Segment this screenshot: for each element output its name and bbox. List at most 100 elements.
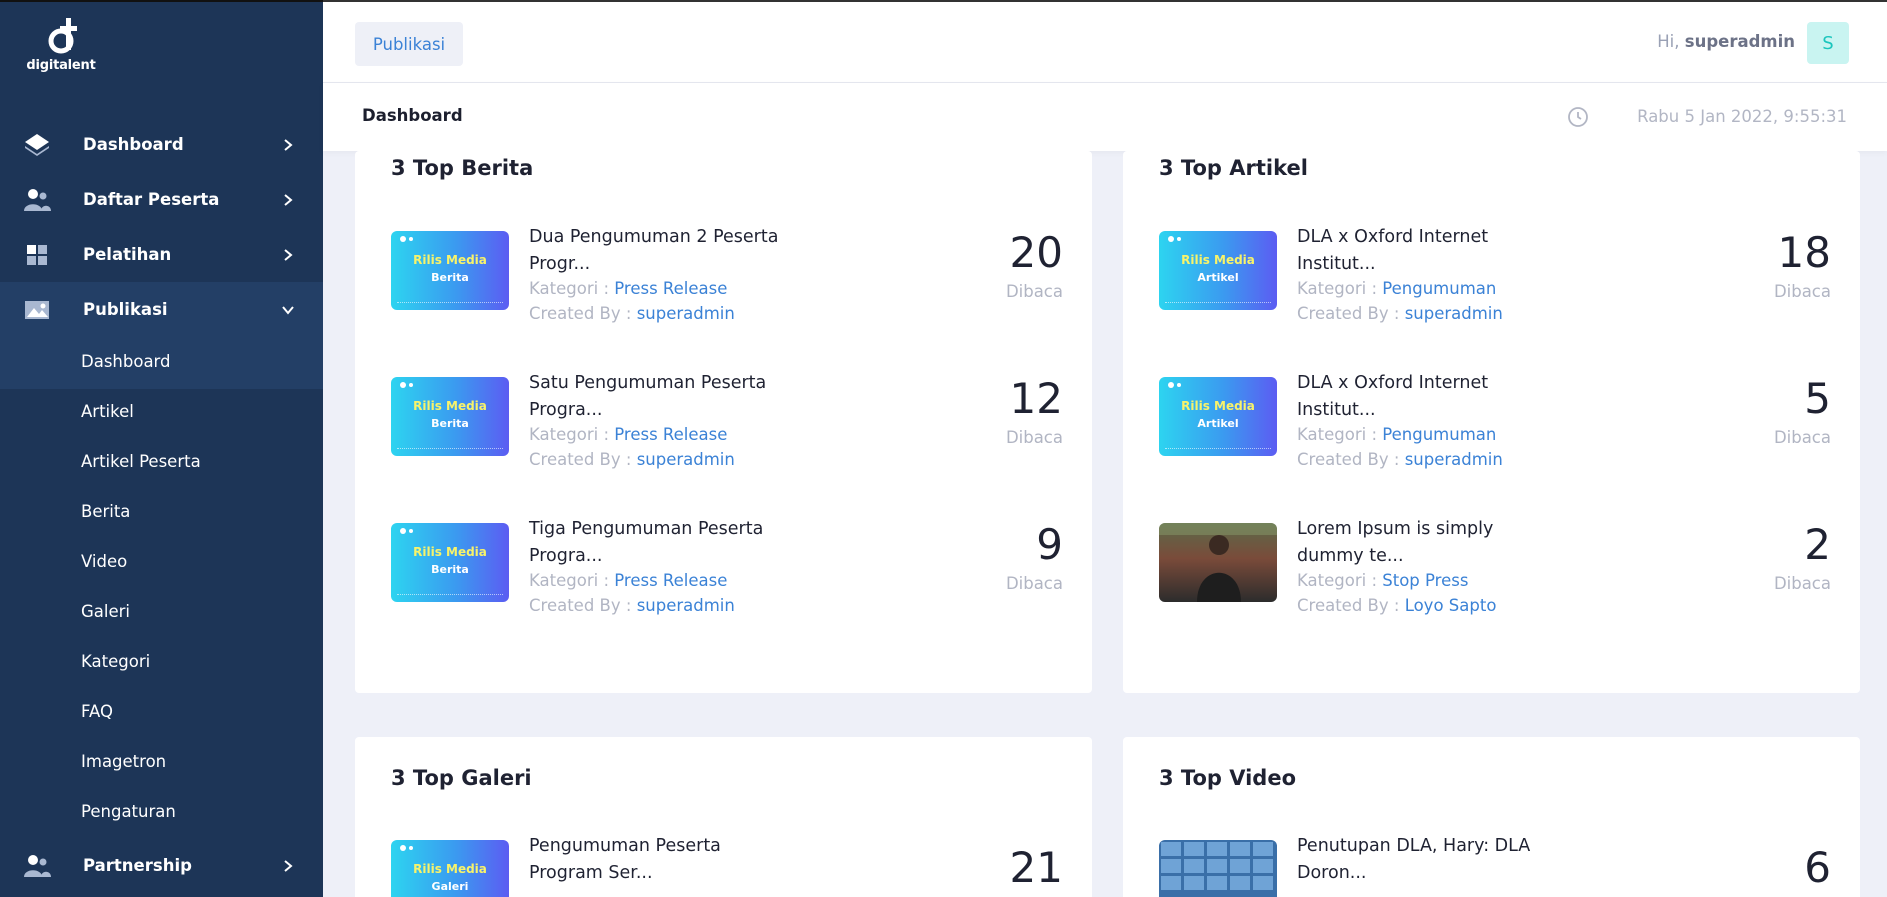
read-count: 20 [1009, 228, 1063, 277]
category-link[interactable]: Press Release [614, 571, 727, 590]
category-label: Kategori : [1297, 571, 1378, 590]
thumbnail-subcaption: Berita [431, 271, 469, 284]
read-count-unit: Dibaca [1773, 282, 1831, 301]
read-count-unit: Dibaca [1773, 428, 1831, 447]
category-link[interactable]: Stop Press [1382, 571, 1468, 590]
item-category: Kategori : Press Release [529, 571, 727, 590]
card-top-galeri: 3 Top Galeri Rilis Media Galeri Pengumum… [355, 737, 1092, 897]
item-title[interactable]: Penutupan DLA, Hary: DLA Doron... [1297, 833, 1557, 887]
read-count: 18 [1777, 228, 1831, 277]
user-greeting[interactable]: Hi, superadmin [1657, 32, 1795, 51]
sub-item-galeri[interactable]: Galeri [81, 602, 130, 621]
sidebar-item-label: Pelatihan [83, 245, 172, 264]
item-title[interactable]: Tiga Pengumuman Peserta Progra... [529, 516, 789, 570]
sub-item-faq[interactable]: FAQ [81, 702, 113, 721]
thumbnail-image[interactable] [1159, 840, 1277, 897]
list-item[interactable]: Lorem Ipsum is simply dummy te... Katego… [1159, 516, 1831, 616]
category-label: Kategori : [529, 279, 610, 298]
video-grid-photo-icon [1161, 842, 1273, 890]
list-item[interactable]: Penutupan DLA, Hary: DLA Doron... 6 [1159, 833, 1831, 897]
chevron-right-icon [284, 193, 293, 206]
read-count: 21 [1009, 843, 1063, 892]
list-item[interactable]: Rilis Media Artikel DLA x Oxford Interne… [1159, 224, 1831, 324]
sidebar-item-publikasi[interactable]: Publikasi [0, 282, 323, 337]
thumbnail-caption: Rilis Media [413, 253, 487, 267]
sidebar-item-dashboard[interactable]: Dashboard [0, 117, 323, 172]
layers-icon [25, 133, 49, 156]
card-title: 3 Top Berita [391, 156, 534, 180]
sub-item-artikel[interactable]: Artikel [81, 402, 134, 421]
read-count-unit: Dibaca [1005, 282, 1063, 301]
logo-mini-icon [400, 236, 413, 242]
digitalent-logo-icon [48, 18, 77, 54]
sidebar-item-daftar-peserta[interactable]: Daftar Peserta [0, 172, 323, 227]
sub-item-dashboard[interactable]: Dashboard [81, 352, 171, 371]
read-count: 12 [1009, 374, 1063, 423]
sidebar-item-label: Partnership [83, 856, 192, 875]
sub-item-pengaturan[interactable]: Pengaturan [81, 802, 176, 821]
sub-item-video[interactable]: Video [81, 552, 127, 571]
item-category: Kategori : Press Release [529, 425, 727, 444]
item-title[interactable]: Pengumuman Peserta Program Ser... [529, 833, 789, 887]
author-label: Created By : [529, 596, 632, 615]
logo-mini-icon [400, 382, 413, 388]
sub-item-berita[interactable]: Berita [81, 502, 130, 521]
thumbnail-image[interactable]: Rilis Media Artikel [1159, 377, 1277, 456]
category-link[interactable]: Pengumuman [1382, 425, 1496, 444]
item-author: Created By : superadmin [1297, 450, 1503, 469]
item-title[interactable]: DLA x Oxford Internet Institut... [1297, 370, 1557, 424]
thumbnail-footer-line [397, 594, 503, 596]
users-icon [24, 854, 51, 877]
card-title: 3 Top Artikel [1159, 156, 1308, 180]
card-top-berita: 3 Top Berita Rilis Media Berita Dua Peng… [355, 151, 1092, 693]
read-count: 9 [1036, 520, 1063, 569]
avatar[interactable]: S [1807, 22, 1849, 64]
category-link[interactable]: Press Release [614, 279, 727, 298]
thumbnail-caption: Rilis Media [413, 862, 487, 876]
category-label: Kategori : [529, 571, 610, 590]
thumbnail-subcaption: Berita [431, 417, 469, 430]
users-icon [24, 188, 51, 211]
author-link[interactable]: superadmin [637, 450, 735, 469]
sidebar: digitalent Dashboard Daftar Peserta Pela… [0, 0, 323, 897]
item-author: Created By : superadmin [529, 450, 735, 469]
author-link[interactable]: superadmin [1405, 450, 1503, 469]
sub-item-imagetron[interactable]: Imagetron [81, 752, 166, 771]
list-item[interactable]: Rilis Media Berita Dua Pengumuman 2 Pese… [391, 224, 1063, 324]
category-label: Kategori : [1297, 425, 1378, 444]
item-title[interactable]: Satu Pengumuman Peserta Progra... [529, 370, 789, 424]
brand-logo[interactable]: digitalent [26, 14, 96, 76]
category-link[interactable]: Press Release [614, 425, 727, 444]
sidebar-item-label: Publikasi [83, 300, 168, 319]
thumbnail-image[interactable]: Rilis Media Berita [391, 377, 509, 456]
list-item[interactable]: Rilis Media Artikel DLA x Oxford Interne… [1159, 370, 1831, 470]
read-count-unit: Dibaca [1005, 574, 1063, 593]
sub-item-kategori[interactable]: Kategori [81, 652, 150, 671]
read-count-unit: Dibaca [1005, 428, 1063, 447]
item-category: Kategori : Pengumuman [1297, 279, 1496, 298]
thumbnail-image[interactable]: Rilis Media Artikel [1159, 231, 1277, 310]
sidebar-item-partnership[interactable]: Partnership [0, 838, 323, 893]
list-item[interactable]: Rilis Media Berita Satu Pengumuman Peser… [391, 370, 1063, 470]
thumbnail-caption: Rilis Media [1181, 399, 1255, 413]
item-author: Created By : superadmin [529, 304, 735, 323]
item-title[interactable]: Lorem Ipsum is simply dummy te... [1297, 516, 1557, 570]
greeting-prefix: Hi, [1657, 32, 1680, 51]
author-link[interactable]: superadmin [637, 304, 735, 323]
thumbnail-image[interactable]: Rilis Media Berita [391, 523, 509, 602]
category-link[interactable]: Pengumuman [1382, 279, 1496, 298]
item-title[interactable]: Dua Pengumuman 2 Peserta Progr... [529, 224, 789, 278]
list-item[interactable]: Rilis Media Berita Tiga Pengumuman Peser… [391, 516, 1063, 616]
thumbnail-image[interactable] [1159, 523, 1277, 602]
author-link[interactable]: Loyo Sapto [1405, 596, 1497, 615]
breadcrumb-publikasi-button[interactable]: Publikasi [355, 22, 463, 66]
thumbnail-image[interactable]: Rilis Media Galeri [391, 840, 509, 897]
sidebar-item-pelatihan[interactable]: Pelatihan [0, 227, 323, 282]
item-title[interactable]: DLA x Oxford Internet Institut... [1297, 224, 1557, 278]
top-bar: Publikasi Hi, superadmin S [323, 0, 1887, 83]
list-item[interactable]: Rilis Media Galeri Pengumuman Peserta Pr… [391, 833, 1063, 897]
author-link[interactable]: superadmin [637, 596, 735, 615]
thumbnail-image[interactable]: Rilis Media Berita [391, 231, 509, 310]
sub-item-artikel-peserta[interactable]: Artikel Peserta [81, 452, 201, 471]
author-link[interactable]: superadmin [1405, 304, 1503, 323]
